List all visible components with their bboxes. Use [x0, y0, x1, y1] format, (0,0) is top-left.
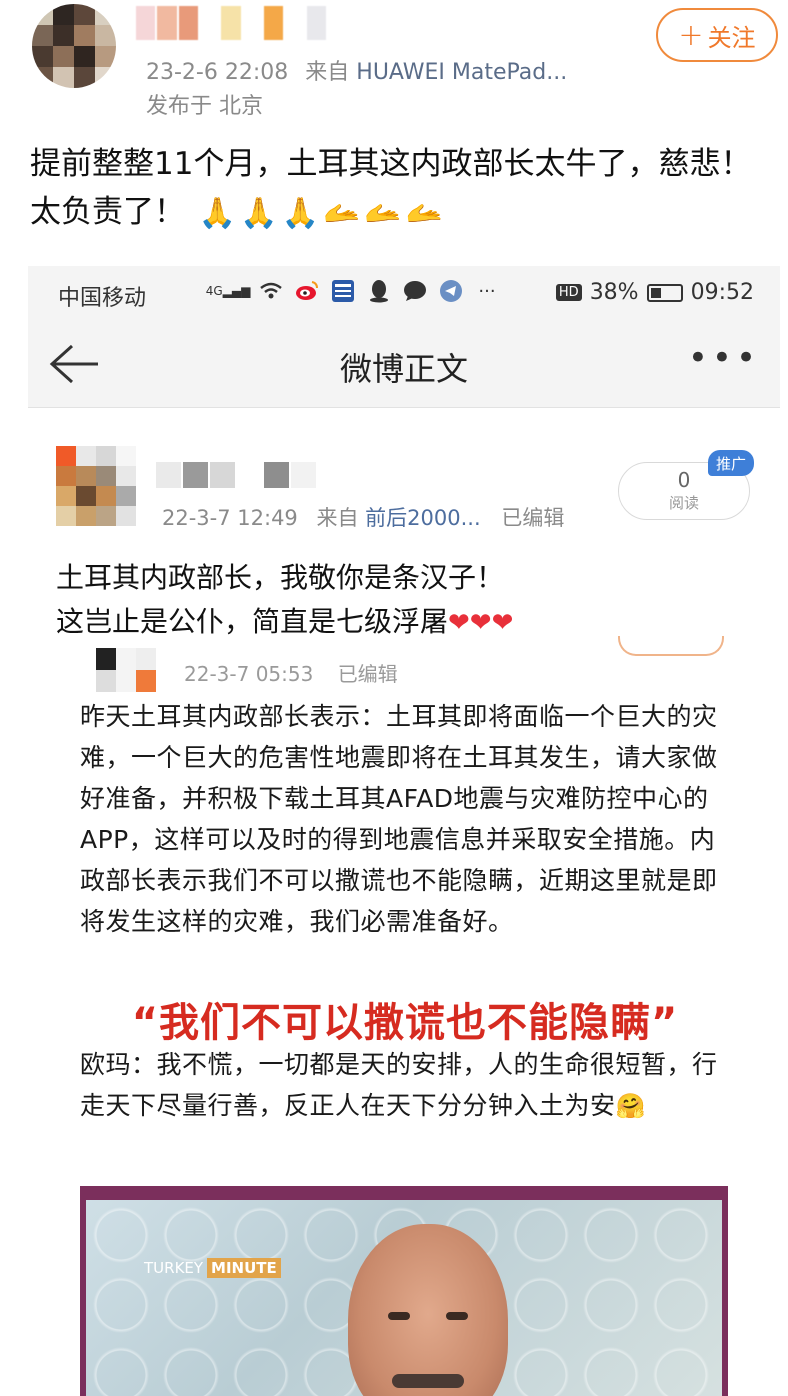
post-location: 发布于 北京 — [146, 94, 263, 119]
chat-bubble-icon — [402, 278, 428, 304]
nested-repost-screenshot[interactable]: 22-3-7 05:53 已编辑 昨天土耳其内政部长表示：土耳其即将面临一个巨大… — [64, 636, 744, 1396]
edited-label: 已编辑 — [501, 506, 565, 530]
person-face — [348, 1224, 508, 1396]
eye — [446, 1312, 468, 1320]
nested-body-text-2: 欧玛：我不慌，一切都是天的安排，人的生命很短暂，行走天下尽量行善，反正人在天下分… — [80, 1044, 730, 1127]
post-timestamp: 22-3-7 12:49 — [162, 506, 298, 530]
clock: 09:52 — [690, 280, 754, 305]
nav-bar: 微博正文 ••• — [28, 320, 780, 408]
nested-body-text: 昨天土耳其内政部长表示：土耳其即将面临一个巨大的灾难，一个巨大的危害性地震即将在… — [80, 702, 718, 936]
page-title: 微博正文 — [339, 350, 468, 388]
status-icons: 4G ▂▄▆ ··· — [205, 278, 500, 304]
avatar[interactable] — [56, 446, 136, 526]
embedded-screenshot[interactable]: 中国移动 4G ▂▄▆ ··· HD 38% 09:52 微博正文 ••• 22… — [28, 266, 780, 1396]
post-meta: 23-2-6 22:08 来自 HUAWEI MatePad... — [146, 54, 567, 86]
status-bar: 中国移动 4G ▂▄▆ ··· HD 38% 09:52 — [28, 266, 780, 320]
signal-icon: 4G ▂▄▆ — [205, 284, 251, 298]
post-meta: 22-3-7 05:53 已编辑 — [184, 658, 398, 687]
carrier-label: 中国移动 — [58, 286, 147, 311]
channel-logo: TURKEY MINUTE — [144, 1258, 281, 1278]
username-blurred[interactable] — [136, 6, 326, 40]
source-prefix: 来自 — [316, 506, 359, 530]
post-timestamp: 23-2-6 22:08 — [146, 60, 289, 85]
post-source[interactable]: HUAWEI MatePad... — [356, 60, 567, 85]
signal-label: 4G — [205, 284, 223, 298]
telegram-icon — [438, 278, 464, 304]
mustache — [392, 1374, 464, 1388]
follow-label: 关注 — [707, 23, 756, 52]
inner-text-line: 土耳其内政部长，我敬你是条汉子！ — [56, 561, 505, 594]
inner-text-line: 这岂止是公仆，简直是七级浮屠 — [56, 605, 449, 638]
emoji-row: 🙏 🙏 🙏 🫴 🫴 🫴 — [195, 189, 443, 238]
smile-emoji: 🤗 — [615, 1092, 646, 1120]
hd-badge: HD — [555, 284, 582, 301]
heart-icon: ❤❤❤ — [448, 608, 514, 638]
avatar[interactable] — [32, 4, 116, 88]
battery-icon — [646, 283, 683, 302]
plus-icon: + — [678, 17, 704, 53]
follow-button-edge — [618, 636, 724, 656]
edited-label: 已编辑 — [337, 662, 398, 686]
more-notifications-icon: ··· — [478, 280, 496, 302]
qq-icon — [366, 278, 392, 304]
palm-up-emoji: 🫴 — [322, 196, 361, 231]
pray-emoji: 🙏 — [240, 196, 278, 231]
follow-button[interactable]: + 关注 — [656, 8, 778, 62]
promo-badge: 推广 — [708, 450, 754, 476]
more-options-icon[interactable]: ••• — [688, 338, 760, 378]
logo-text-a: TURKEY — [144, 1259, 204, 1277]
pray-emoji: 🙏 — [198, 196, 237, 231]
news-app-icon — [330, 278, 356, 304]
username-blurred[interactable] — [156, 462, 316, 488]
video-thumbnail[interactable]: TURKEY MINUTE — [80, 1186, 728, 1396]
status-right: HD 38% 09:52 — [555, 280, 754, 305]
read-label: 阅读 — [668, 494, 699, 512]
video-frame: TURKEY MINUTE — [86, 1200, 722, 1396]
post-body: 提前整整11个月，土耳其这内政部长太牛了，慈悲！太负责了！ 🙏 🙏 🙏 🫴 🫴 🫴 — [30, 140, 760, 238]
pray-emoji: 🙏 — [281, 196, 319, 231]
avatar — [96, 648, 156, 692]
post-meta: 22-3-7 12:49 来自 前后2000... 已编辑 — [162, 502, 564, 532]
battery-percent: 38% — [589, 280, 639, 305]
palm-up-emoji: 🫴 — [405, 196, 444, 231]
post-source[interactable]: 前后2000... — [365, 506, 480, 530]
eye — [388, 1312, 410, 1320]
source-prefix: 来自 — [305, 60, 350, 85]
inner-post-text: 土耳其内政部长，我敬你是条汉子！ 这岂止是公仆，简直是七级浮屠❤❤❤ — [56, 556, 756, 645]
wifi-icon — [258, 278, 284, 304]
outer-post-header: 23-2-6 22:08 来自 HUAWEI MatePad... 发布于 北京… — [0, 0, 788, 130]
palm-up-emoji: 🫴 — [364, 196, 402, 231]
red-quote: “我们不可以撒谎也不能隐瞒” — [131, 1000, 679, 1046]
weibo-icon — [294, 278, 320, 304]
logo-text-b: MINUTE — [207, 1258, 281, 1278]
post-timestamp: 22-3-7 05:53 — [184, 662, 314, 686]
